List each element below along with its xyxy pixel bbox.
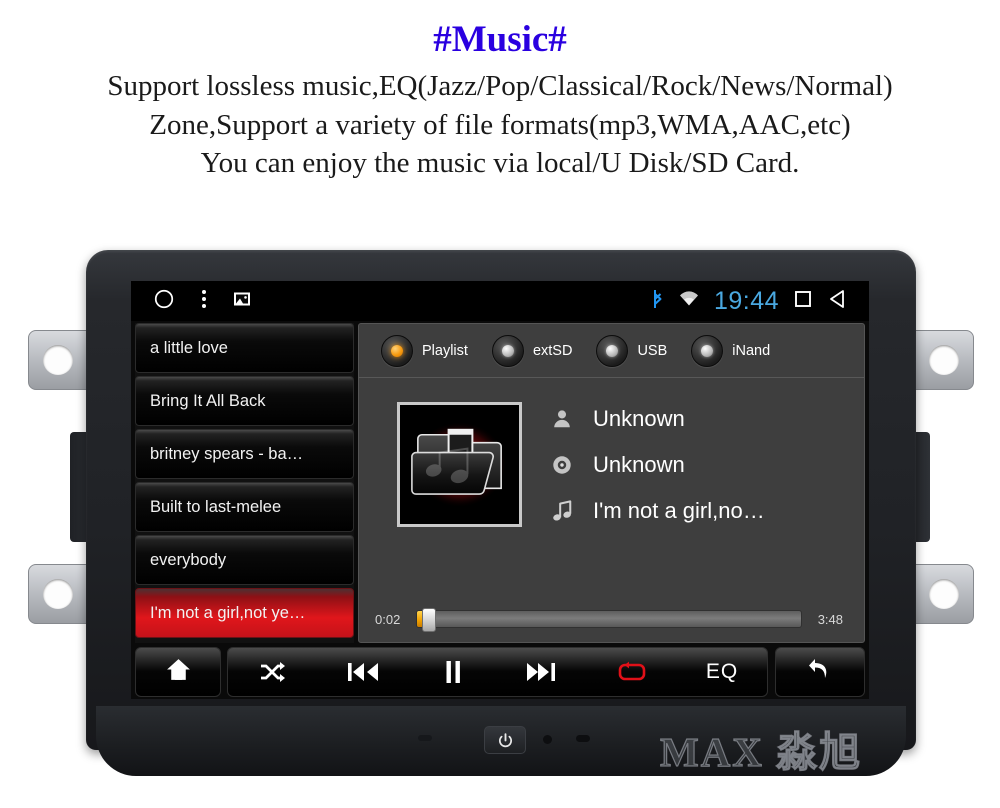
music-player-app: a little love Bring It All Back britney … xyxy=(131,321,869,699)
list-item-selected[interactable]: I'm not a girl,not ye… xyxy=(135,588,354,638)
radio-button-icon[interactable] xyxy=(596,334,629,367)
now-playing-area: Unknown Unknown I'm not a girl,no… 0:02 … xyxy=(359,378,864,642)
disc-icon xyxy=(549,454,575,476)
list-item[interactable]: Built to last-melee xyxy=(135,482,354,532)
progress-bar-row[interactable]: 0:02 3:48 xyxy=(375,608,843,632)
list-item[interactable]: a little love xyxy=(135,323,354,373)
eq-button[interactable]: EQ xyxy=(691,649,753,695)
track-title: I'm not a girl,no… xyxy=(593,498,765,523)
track-metadata: Unknown Unknown I'm not a girl,no… xyxy=(549,396,839,534)
person-icon xyxy=(549,408,575,430)
music-folder-icon xyxy=(400,405,519,524)
source-option-extsd[interactable]: extSD xyxy=(491,334,573,367)
home-icon xyxy=(165,657,192,687)
source-selector: Playlist extSD USB iNand xyxy=(359,324,864,378)
pause-icon xyxy=(446,661,460,683)
now-playing-panel: Playlist extSD USB iNand Unknown Unknown… xyxy=(358,323,865,643)
promo-line-2: Zone,Support a variety of file formats(m… xyxy=(149,108,851,141)
next-button[interactable] xyxy=(511,649,573,695)
shuffle-button[interactable] xyxy=(242,649,304,695)
metadata-row-title: I'm not a girl,no… xyxy=(549,488,839,534)
status-bar-right-group: 19:44 xyxy=(651,287,869,316)
bracket-hole xyxy=(43,345,73,375)
bracket-hole xyxy=(43,579,73,609)
source-option-inand[interactable]: iNand xyxy=(691,334,771,367)
repeat-icon xyxy=(618,661,646,681)
promo-header: #Music# Support lossless music,EQ(Jazz/P… xyxy=(0,0,1000,183)
previous-button[interactable] xyxy=(332,649,394,695)
bracket-hole xyxy=(929,345,959,375)
previous-track-icon xyxy=(347,663,378,681)
radio-button-icon[interactable] xyxy=(691,334,724,367)
source-label: iNand xyxy=(732,342,771,359)
android-status-bar: 19:44 xyxy=(131,281,869,321)
bracket-hole xyxy=(929,579,959,609)
source-option-usb[interactable]: USB xyxy=(596,334,668,367)
page-title: #Music# xyxy=(433,19,567,60)
brand-watermark: MAX 淼旭 xyxy=(659,728,863,775)
artist-name: Unknown xyxy=(593,406,685,431)
source-option-playlist[interactable]: Playlist xyxy=(381,334,468,367)
power-button[interactable] xyxy=(484,726,526,754)
promo-line-1: Support lossless music,EQ(Jazz/Pop/Class… xyxy=(107,70,893,102)
playlist-panel[interactable]: a little love Bring It All Back britney … xyxy=(135,323,354,643)
back-triangle-icon[interactable] xyxy=(827,289,849,314)
total-duration: 3:48 xyxy=(817,611,843,627)
metadata-row-album: Unknown xyxy=(549,442,839,488)
radio-button-icon[interactable] xyxy=(381,334,413,367)
overflow-menu-icon[interactable] xyxy=(201,288,207,315)
back-button[interactable] xyxy=(775,647,865,697)
seek-thumb[interactable] xyxy=(422,608,436,632)
play-pause-button[interactable] xyxy=(422,649,484,695)
home-button[interactable] xyxy=(135,647,221,697)
source-label: USB xyxy=(637,342,668,359)
image-icon[interactable] xyxy=(233,291,251,312)
playback-control-bar: EQ xyxy=(227,647,768,697)
sensor-slot-right xyxy=(576,735,590,742)
next-track-icon xyxy=(527,663,556,681)
album-name: Unknown xyxy=(593,452,685,477)
elapsed-time: 0:02 xyxy=(375,611,401,627)
bluetooth-icon xyxy=(651,289,664,314)
square-recents-icon[interactable] xyxy=(793,289,813,314)
status-bar-left-group xyxy=(131,288,251,315)
source-label: Playlist xyxy=(422,342,468,359)
list-item[interactable]: everybody xyxy=(135,535,354,585)
car-head-unit: 19:44 a little love Bring It All Back br… xyxy=(0,236,1000,808)
album-art xyxy=(397,402,522,527)
power-icon xyxy=(498,732,512,747)
sensor-hole xyxy=(543,735,552,744)
seek-slider[interactable] xyxy=(416,608,802,632)
radio-button-icon[interactable] xyxy=(491,334,524,367)
repeat-button[interactable] xyxy=(601,649,663,695)
list-item[interactable]: Bring It All Back xyxy=(135,376,354,426)
circle-icon[interactable] xyxy=(153,288,175,315)
touchscreen[interactable]: 19:44 a little love Bring It All Back br… xyxy=(131,281,869,699)
status-bar-clock: 19:44 xyxy=(713,286,779,315)
sensor-slot-left xyxy=(418,735,432,741)
shuffle-icon xyxy=(260,662,285,682)
wifi-icon xyxy=(678,290,700,312)
source-label: extSD xyxy=(532,342,573,359)
back-arrow-icon xyxy=(807,657,833,688)
list-item[interactable]: britney spears - ba… xyxy=(135,429,354,479)
eq-label: EQ xyxy=(705,660,739,683)
metadata-row-artist: Unknown xyxy=(549,396,839,442)
music-note-icon xyxy=(549,499,575,523)
promo-line-3: You can enjoy the music via local/U Disk… xyxy=(200,147,800,180)
